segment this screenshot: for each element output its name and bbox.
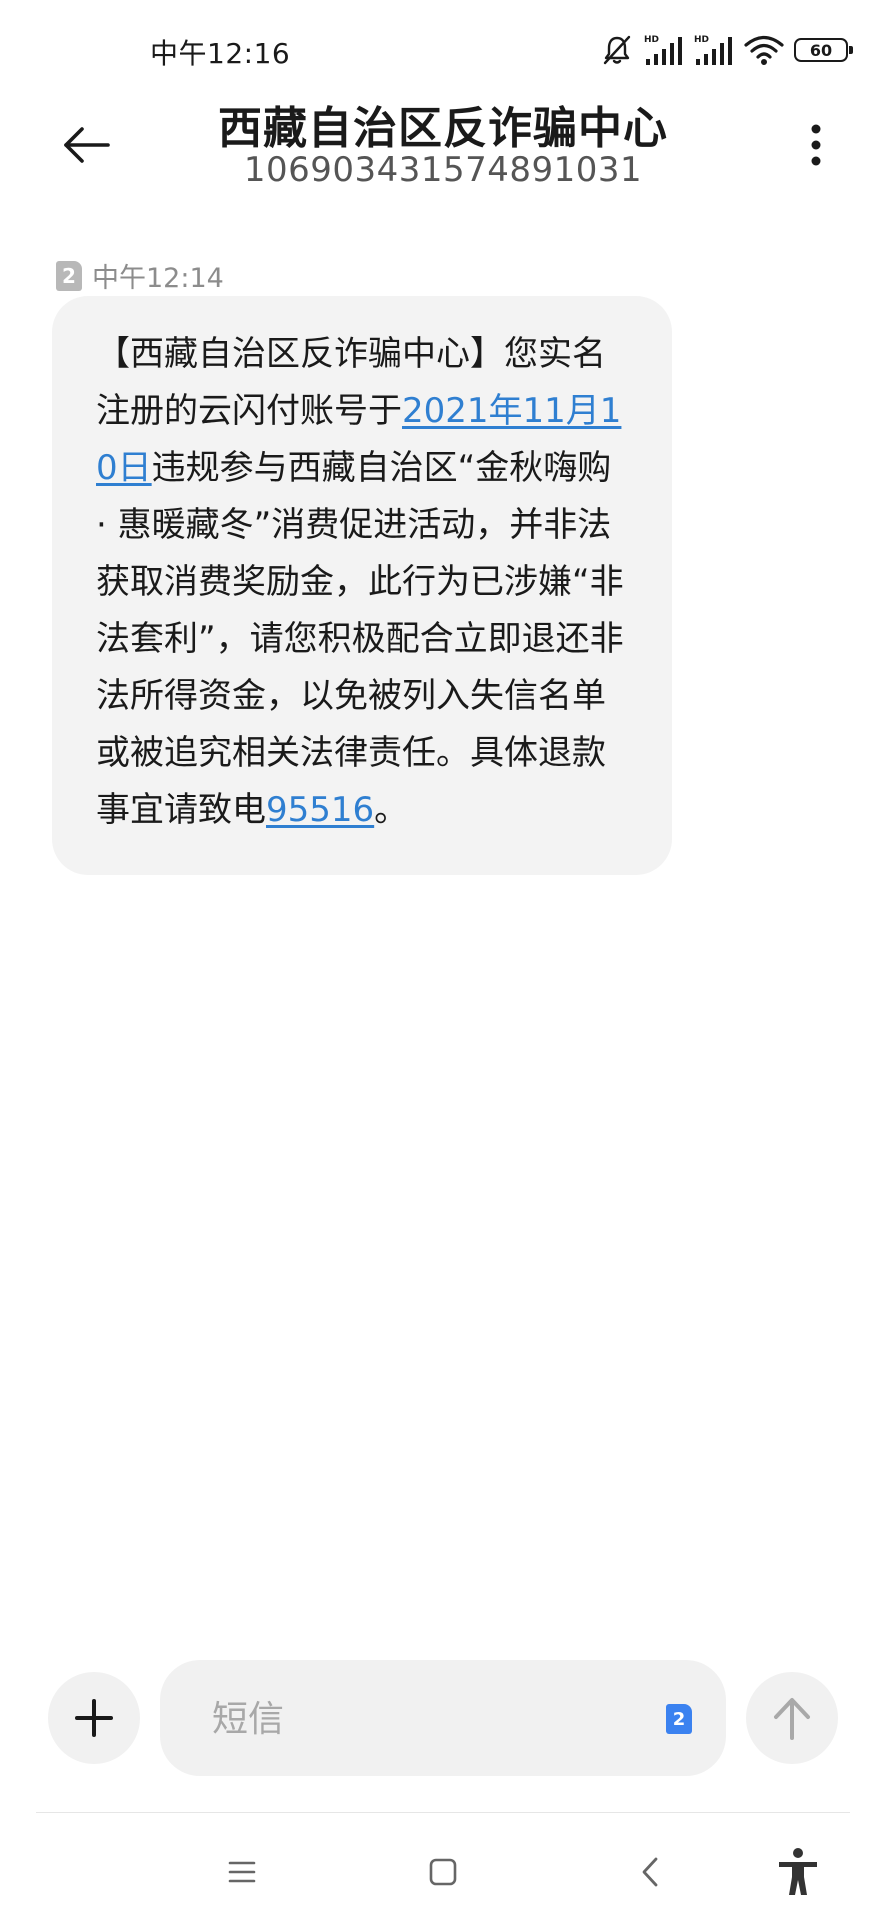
home-square-icon bbox=[429, 1858, 457, 1886]
system-nav-bar bbox=[0, 1820, 886, 1920]
sms-conversation-screen: 中午12:16 HD HD 60 西藏自治区反诈骗中心 106903431574… bbox=[0, 0, 886, 1920]
add-attachment-button[interactable] bbox=[48, 1672, 140, 1764]
svg-text:HD: HD bbox=[694, 35, 709, 45]
phone-link[interactable]: 95516 bbox=[266, 790, 374, 830]
home-button[interactable] bbox=[413, 1842, 473, 1902]
contact-number: 106903431574891031 bbox=[243, 150, 643, 190]
plus-icon bbox=[75, 1699, 113, 1737]
svg-text:HD: HD bbox=[644, 35, 659, 45]
more-options-button[interactable] bbox=[786, 115, 846, 175]
sim-card-icon: 2 bbox=[56, 260, 82, 291]
send-button[interactable] bbox=[746, 1672, 838, 1764]
status-time: 中午12:16 bbox=[150, 37, 291, 70]
accessibility-button[interactable] bbox=[768, 1842, 828, 1902]
battery-icon: 60 bbox=[794, 38, 853, 62]
accessibility-icon bbox=[779, 1848, 817, 1895]
arrow-up-icon bbox=[774, 1698, 810, 1740]
message-bubble[interactable]: 【西藏自治区反诈骗中心】您实名注册的云闪付账号于2021年11月10日违规参与西… bbox=[52, 296, 672, 875]
hd-signal-icon: HD bbox=[644, 35, 682, 65]
conversation-header: 西藏自治区反诈骗中心 106903431574891031 bbox=[0, 90, 886, 200]
compose-bar: 2 bbox=[0, 1656, 886, 1776]
more-vertical-icon bbox=[811, 124, 821, 166]
status-icons: HD HD 60 bbox=[600, 30, 853, 70]
back-chevron-icon bbox=[642, 1857, 658, 1887]
menu-icon bbox=[228, 1861, 256, 1883]
message-input-box: 2 bbox=[160, 1660, 726, 1776]
nav-divider bbox=[36, 1812, 850, 1813]
sim-switch-icon[interactable]: 2 bbox=[666, 1704, 692, 1734]
status-bar: 中午12:16 HD HD 60 bbox=[0, 0, 886, 100]
wifi-icon bbox=[744, 35, 784, 65]
hd-signal-icon: HD bbox=[694, 35, 732, 65]
message-text: 。 bbox=[374, 790, 409, 830]
message-time: 中午12:14 bbox=[92, 263, 224, 294]
system-back-button[interactable] bbox=[620, 1842, 680, 1902]
message-text: 违规参与西藏自治区“金秋嗨购 · 惠暖藏冬”消费促进活动，并非法获取消费奖励金，… bbox=[96, 448, 624, 830]
recent-apps-button[interactable] bbox=[212, 1842, 272, 1902]
message-input[interactable] bbox=[210, 1686, 614, 1752]
message-meta: 2 中午12:14 bbox=[56, 256, 224, 295]
mute-icon bbox=[603, 35, 631, 65]
contact-title: 西藏自治区反诈骗中心 bbox=[218, 103, 668, 154]
